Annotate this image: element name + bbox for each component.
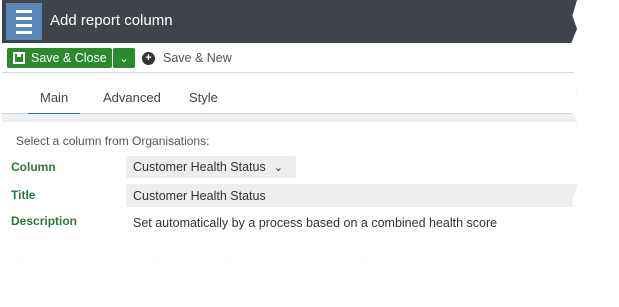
dialog-window: Add report column Save & Close ⌄ + Save … (2, 0, 577, 262)
divider (2, 114, 577, 122)
plus-circle-icon: + (142, 51, 155, 65)
menu-icon[interactable] (6, 3, 42, 40)
chevron-down-icon: ⌄ (273, 161, 283, 174)
description-label: Description (11, 214, 78, 228)
toolbar: Save & Close ⌄ + Save & New (2, 44, 577, 73)
column-label: Column (11, 160, 56, 174)
column-select-value: Customer Health Status (133, 160, 266, 174)
save-new-button[interactable]: + Save & New (142, 48, 242, 68)
save-close-button[interactable]: Save & Close (7, 48, 112, 68)
window-title: Add report column (50, 12, 173, 29)
tab-main[interactable]: Main (27, 90, 81, 116)
save-close-label: Save & Close (31, 51, 107, 65)
save-icon (13, 52, 25, 64)
tab-style[interactable]: Style (189, 90, 218, 105)
save-dropdown-button[interactable]: ⌄ (113, 48, 135, 68)
save-new-label: Save & New (163, 51, 232, 65)
title-bar: Add report column (2, 0, 577, 43)
form-hint: Select a column from Organisations: (16, 134, 210, 148)
title-input[interactable] (126, 184, 577, 207)
chevron-down-icon: ⌄ (119, 52, 129, 65)
tab-bar: Main Advanced Style (2, 73, 577, 116)
column-select[interactable]: Customer Health Status ⌄ (126, 156, 296, 178)
description-text: Set automatically by a process based on … (133, 216, 498, 230)
title-label: Title (11, 188, 36, 202)
tab-advanced[interactable]: Advanced (103, 90, 161, 105)
